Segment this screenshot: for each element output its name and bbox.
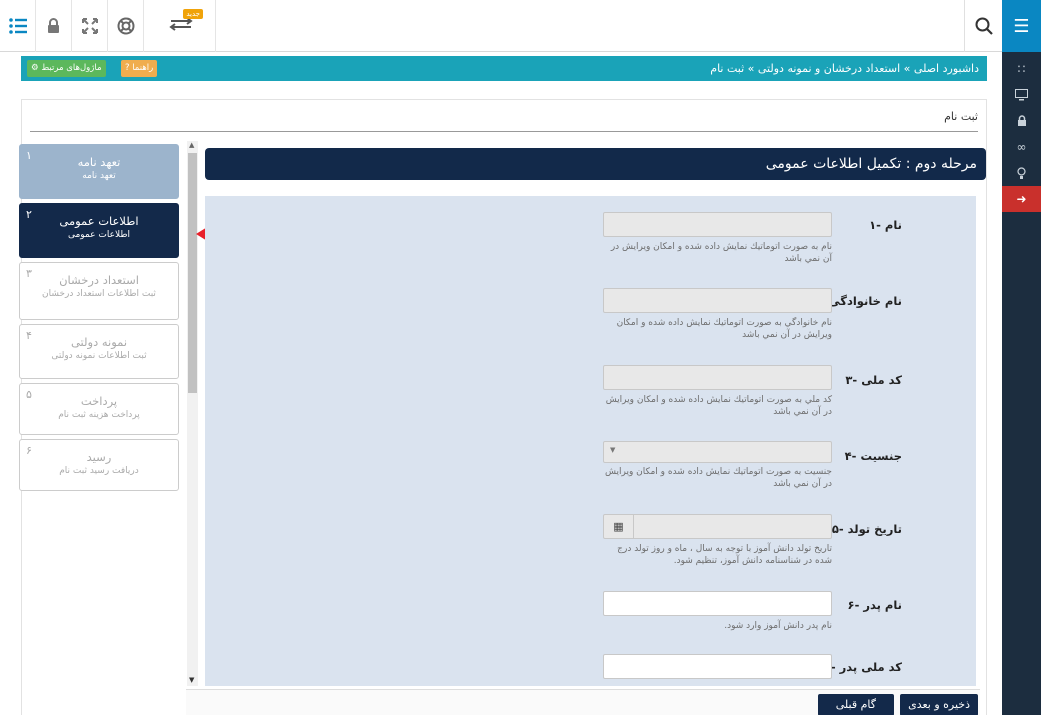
name-field[interactable] [603, 212, 832, 237]
scroll-up-icon[interactable]: ▲ [189, 141, 194, 149]
step-5[interactable]: ۵ پرداخت پرداخت هزینه ثبت نام [19, 383, 179, 435]
step-number: ۲ [26, 208, 32, 221]
field-label: ۳- کد ملی [845, 373, 902, 387]
family-name-field[interactable] [603, 288, 832, 313]
breadcrumb-bar: داشبورد اصلی » استعداد درخشان و نمونه دو… [21, 56, 987, 81]
step-number: ۴ [26, 329, 32, 342]
step-subtitle: اطلاعات عمومی [67, 230, 131, 240]
list-icon[interactable] [0, 0, 36, 52]
birth-date-field[interactable]: ▦ [603, 514, 832, 539]
page-title: ثبت نام [944, 110, 978, 123]
steps-list: ۱ تعهد نامه تعهد نامه ۲ اطلاعات عمومی اط… [19, 144, 179, 495]
lock-icon[interactable] [1002, 108, 1041, 134]
new-badge: جدید [183, 9, 203, 19]
step-1[interactable]: ۱ تعهد نامه تعهد نامه [19, 144, 179, 199]
step-3[interactable]: ۳ استعداد درخشان ثبت اطلاعات استعداد درخ… [19, 262, 179, 320]
gender-select[interactable]: ▼ [603, 441, 832, 463]
menu-icon[interactable]: ☰ [1002, 0, 1041, 52]
step-title: استعداد درخشان [59, 273, 139, 287]
bulb-icon[interactable] [1002, 160, 1041, 186]
field-label: ۷- کد ملی پدر [824, 660, 902, 674]
step-number: ۶ [26, 444, 32, 457]
step-2[interactable]: ۲ اطلاعات عمومی اطلاعات عمومی [19, 203, 179, 258]
scroll-down-icon[interactable]: ▼ [189, 676, 194, 684]
step-number: ۵ [26, 388, 32, 401]
father-name-input[interactable] [603, 591, 832, 616]
field-label: ۱- نام [869, 218, 902, 232]
grid-icon[interactable]: ∷ [1002, 56, 1041, 82]
top-bar: جدید [0, 0, 1002, 52]
step-4[interactable]: ۴ نمونه دولتی ثبت اطلاعات نمونه دولتی [19, 324, 179, 379]
fullscreen-icon[interactable] [72, 0, 108, 52]
step-title: نمونه دولتی [70, 335, 128, 349]
step-subtitle: پرداخت هزینه ثبت نام [58, 410, 140, 420]
field-hint: جنسيت به صورت اتوماتيك نمايش داده شده و … [605, 467, 832, 489]
field-hint: تاریخ تولد دانش آموز با توجه به سال ، ما… [617, 544, 832, 566]
field-label: ۶- نام پدر [847, 598, 902, 612]
lock-icon[interactable] [36, 0, 72, 52]
chevron-down-icon: ▼ [610, 446, 616, 454]
toolbar-buttons: جدید [0, 0, 216, 52]
swap-button[interactable]: جدید [144, 0, 216, 52]
monitor-icon[interactable] [1002, 82, 1041, 108]
step-number: ۱ [26, 149, 32, 162]
search-icon[interactable] [964, 0, 1002, 52]
field-hint: نام پدر دانش آموز وارد شود. [724, 621, 832, 631]
step-subtitle: دریافت رسید ثبت نام [59, 466, 139, 476]
related-modules-label: ماژول‌های مرتبط [41, 63, 102, 73]
step-subtitle: تعهد نامه [82, 171, 116, 181]
general-info-form: ۱- نام نام به صورت اتوماتیك نمایش داده ش… [205, 196, 976, 686]
lifebuoy-icon[interactable] [108, 0, 144, 52]
step-title: پرداخت [80, 394, 118, 408]
field-label: ۵- تاریخ تولد [831, 522, 902, 536]
logout-icon[interactable]: ➜ [1002, 186, 1041, 212]
related-modules-button[interactable]: ⚙ ماژول‌های مرتبط [27, 60, 106, 77]
step-title: رسید [86, 450, 112, 464]
step-number: ۳ [26, 267, 32, 280]
step-title: تعهد نامه [77, 155, 121, 169]
help-label: راهنما [132, 63, 154, 73]
section-header: مرحله دوم : تکمیل اطلاعات عمومی [205, 148, 986, 180]
previous-step-button[interactable]: گام قبلی [817, 694, 894, 715]
side-nav: ☰ ∷ ∞ ➜ [1002, 0, 1041, 715]
field-hint: نام خانوادگي به صورت اتوماتيك نمايش داده… [616, 318, 832, 340]
scroll-thumb[interactable] [188, 153, 197, 393]
national-code-field[interactable] [603, 365, 832, 390]
link-icon[interactable]: ∞ [1002, 134, 1041, 160]
help-button[interactable]: ? راهنما [121, 60, 158, 77]
step-title: اطلاعات عمومی [59, 214, 139, 228]
field-hint: نام به صورت اتوماتیك نمایش داده شده و ام… [610, 242, 832, 264]
save-next-button[interactable]: ذخیره و بعدی [900, 694, 978, 715]
divider [30, 131, 978, 132]
field-hint: كد ملي به صورت اتوماتيك نمايش داده شده و… [605, 395, 832, 417]
calendar-icon[interactable]: ▦ [604, 515, 634, 538]
breadcrumb[interactable]: داشبورد اصلی » استعداد درخشان و نمونه دو… [710, 56, 979, 81]
step-6[interactable]: ۶ رسید دریافت رسید ثبت نام [19, 439, 179, 491]
field-label: ۴- جنسیت [844, 449, 902, 463]
step-subtitle: ثبت اطلاعات استعداد درخشان [42, 289, 156, 299]
father-national-code-input[interactable] [603, 654, 832, 679]
form-actions-bar: ذخیره و بعدی گام قبلی [186, 689, 980, 715]
step-subtitle: ثبت اطلاعات نمونه دولتی [51, 351, 147, 361]
